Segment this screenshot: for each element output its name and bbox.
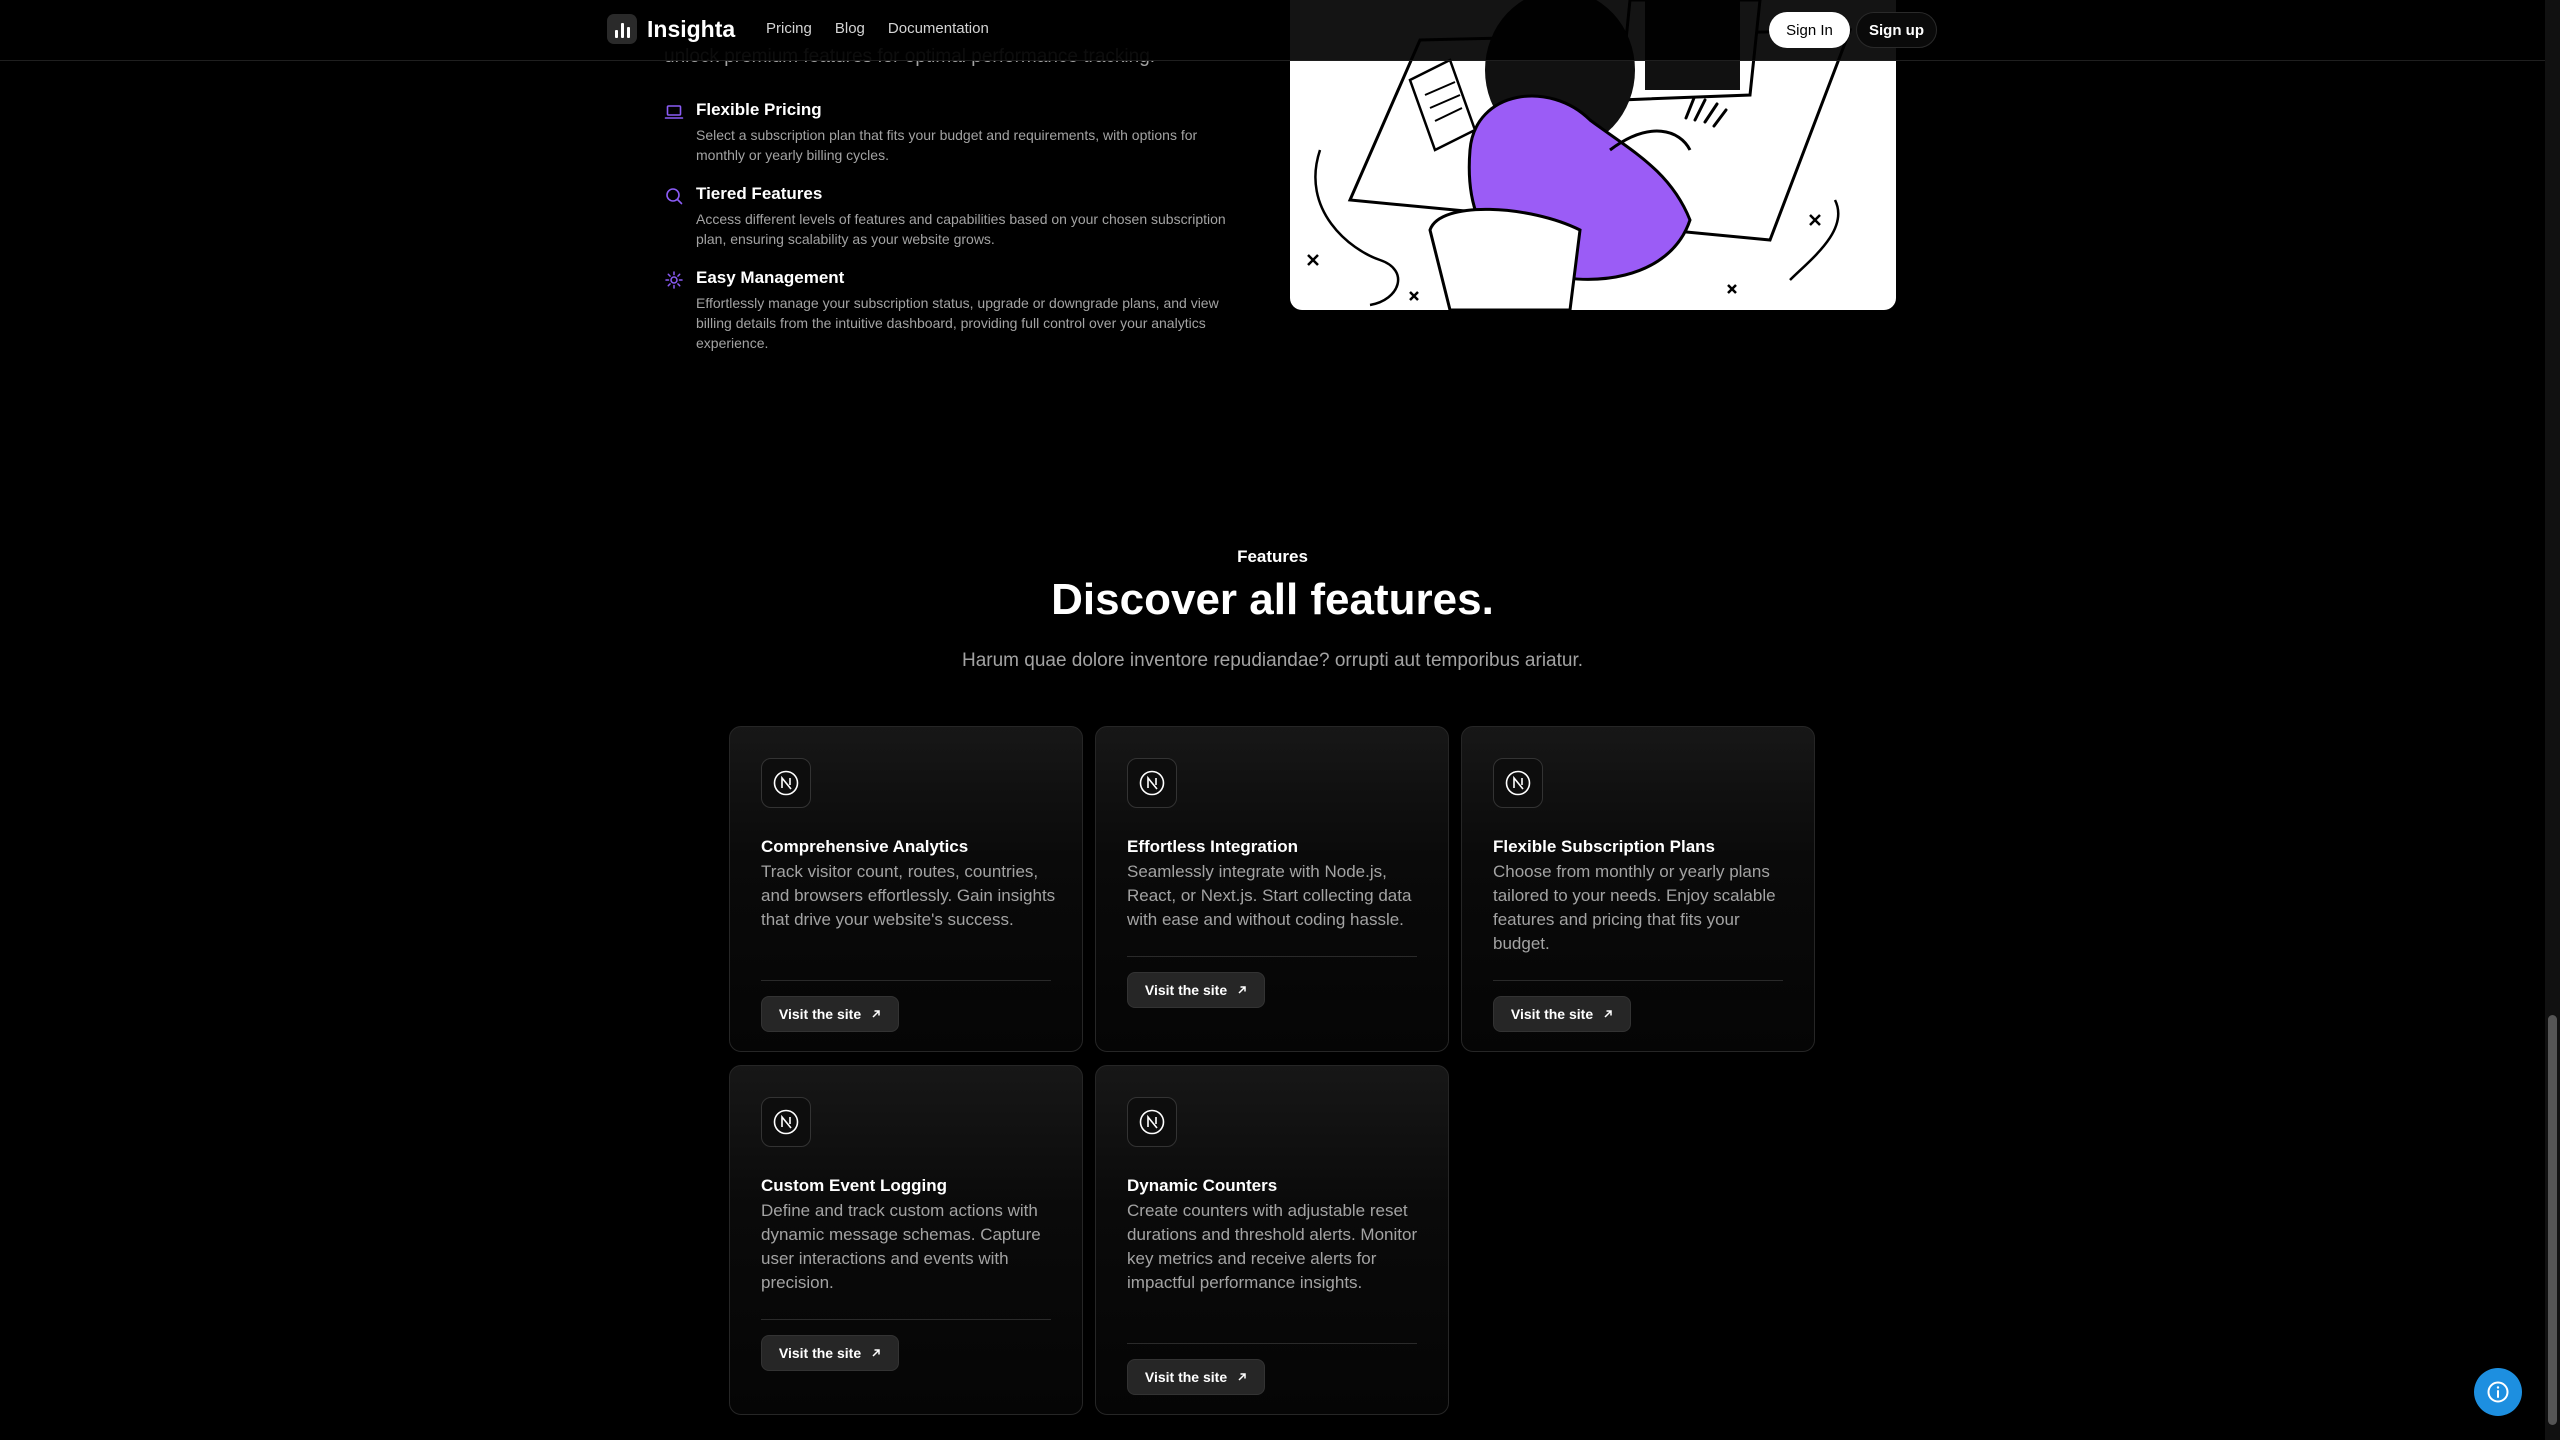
nav-links: Pricing Blog Documentation — [766, 20, 989, 37]
visit-site-button[interactable]: Visit the site — [1127, 1359, 1265, 1395]
card-title: Custom Event Logging — [761, 1176, 948, 1195]
visit-site-label: Visit the site — [1144, 982, 1228, 998]
arrow-up-right-icon — [1238, 986, 1246, 994]
feature-card-dynamic-counters: Dynamic Counters Create counters with ad… — [1095, 1065, 1449, 1415]
nextjs-logo-icon — [1127, 1097, 1177, 1147]
visit-site-button[interactable]: Visit the site — [1493, 996, 1631, 1032]
arrow-up-right-icon — [872, 1349, 880, 1357]
page-scrollbar[interactable] — [2545, 0, 2560, 1440]
search-icon — [666, 188, 683, 205]
section-eyebrow: Features — [1237, 547, 1308, 566]
info-icon — [2487, 1381, 2509, 1403]
visit-site-button[interactable]: Visit the site — [761, 996, 899, 1032]
feature-title: Easy Management — [696, 268, 845, 287]
feature-title: Tiered Features — [696, 184, 823, 203]
feature-card-flexible-subscription-plans: Flexible Subscription Plans Choose from … — [1461, 726, 1815, 1052]
feature-card-comprehensive-analytics: Comprehensive Analytics Track visitor co… — [729, 726, 1083, 1052]
visit-site-label: Visit the site — [1144, 1369, 1228, 1385]
visit-site-button[interactable]: Visit the site — [761, 1335, 899, 1371]
card-divider — [1127, 956, 1417, 957]
top-navbar: Insighta Pricing Blog Documentation Sign… — [0, 0, 2545, 61]
card-desc: Choose from monthly or yearly plans tail… — [1493, 862, 1776, 953]
nav-link-blog[interactable]: Blog — [835, 20, 865, 37]
feature-title: Flexible Pricing — [696, 100, 822, 119]
sign-up-button[interactable]: Sign up — [1856, 12, 1937, 48]
brand-logo[interactable]: Insighta — [607, 14, 735, 44]
nav-link-pricing[interactable]: Pricing — [766, 20, 812, 37]
card-divider — [761, 1319, 1051, 1320]
nav-link-documentation[interactable]: Documentation — [888, 20, 989, 37]
laptop-icon — [664, 105, 684, 119]
card-desc: Create counters with adjustable reset du… — [1127, 1201, 1418, 1292]
card-desc: Define and track custom actions with dyn… — [761, 1201, 1041, 1292]
arrow-up-right-icon — [1238, 1373, 1246, 1381]
nextjs-logo-icon — [761, 758, 811, 808]
card-title: Flexible Subscription Plans — [1493, 837, 1715, 856]
card-desc: Seamlessly integrate with Node.js, React… — [1127, 862, 1412, 929]
visit-site-label: Visit the site — [1510, 1006, 1594, 1022]
section-subtitle: Harum quae dolore inventore repudiandae?… — [961, 650, 1584, 671]
nextjs-logo-icon — [1127, 758, 1177, 808]
arrow-up-right-icon — [1604, 1010, 1612, 1018]
section-title: Discover all features. — [1051, 575, 1494, 624]
feature-desc: Select a subscription plan that fits you… — [696, 127, 1198, 163]
arrow-up-right-icon — [872, 1010, 880, 1018]
card-divider — [761, 980, 1051, 981]
scrollbar-thumb[interactable] — [2548, 1015, 2557, 1425]
sign-in-button[interactable]: Sign In — [1769, 12, 1850, 48]
nextjs-logo-icon — [761, 1097, 811, 1147]
gear-icon — [665, 271, 683, 289]
visit-site-label: Visit the site — [778, 1006, 862, 1022]
info-help-button[interactable] — [2474, 1368, 2522, 1416]
nextjs-logo-icon — [1493, 758, 1543, 808]
card-title: Comprehensive Analytics — [761, 837, 969, 856]
feature-desc: Access different levels of features and … — [696, 211, 1226, 247]
card-desc: Track visitor count, routes, countries, … — [761, 862, 1056, 929]
brand-name: Insighta — [647, 15, 736, 42]
visit-site-button[interactable]: Visit the site — [1127, 972, 1265, 1008]
card-divider — [1493, 980, 1783, 981]
bar-chart-icon — [607, 14, 637, 44]
feature-card-effortless-integration: Effortless Integration Seamlessly integr… — [1095, 726, 1449, 1052]
card-title: Dynamic Counters — [1127, 1176, 1278, 1195]
card-divider — [1127, 1343, 1417, 1344]
feature-desc: Effortlessly manage your subscription st… — [696, 295, 1219, 351]
card-title: Effortless Integration — [1127, 837, 1298, 856]
visit-site-label: Visit the site — [778, 1345, 862, 1361]
feature-card-custom-event-logging: Custom Event Logging Define and track cu… — [729, 1065, 1083, 1415]
